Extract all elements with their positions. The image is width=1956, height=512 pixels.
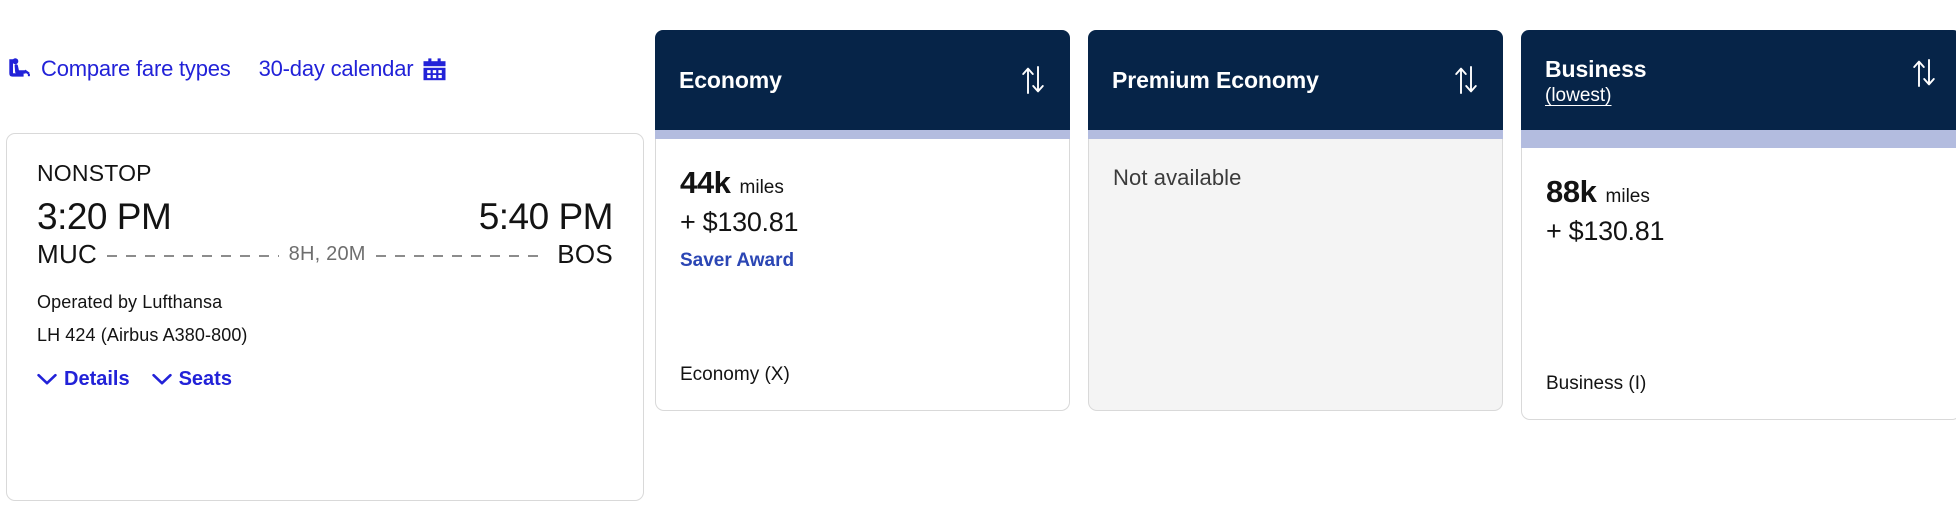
- flight-number-label: LH 424 (Airbus A380-800): [37, 325, 248, 346]
- fare-header-economy: Economy: [655, 30, 1070, 130]
- compare-fare-types-link[interactable]: Compare fare types: [6, 56, 231, 82]
- operated-by-label: Operated by Lufthansa: [37, 292, 223, 313]
- route-dash-right: [375, 255, 548, 258]
- calendar-30day-label: 30-day calendar: [258, 56, 414, 81]
- fare-accent-bar-economy: [655, 130, 1070, 139]
- stops-label: NONSTOP: [37, 160, 152, 186]
- fare-lowest-badge-business[interactable]: (lowest): [1545, 85, 1646, 107]
- unavailable-label-premium-economy: Not available: [1113, 165, 1242, 190]
- route-row: MUC 8H, 20M BOS: [37, 239, 613, 270]
- fare-header-premium-economy: Premium Economy: [1088, 30, 1503, 130]
- fare-column-premium-economy: Premium Economy Not available: [1088, 30, 1503, 411]
- flight-detail-card: NONSTOP 3:20 PM 5:40 PM MUC 8H, 20M BOS …: [6, 133, 644, 501]
- sort-arrows-icon[interactable]: [1453, 65, 1479, 95]
- fare-accent-bar-premium-economy: [1088, 130, 1503, 139]
- miles-row-business: 88k miles: [1546, 174, 1936, 210]
- miles-row-economy: 44k miles: [680, 165, 1045, 201]
- times-row: 3:20 PM 5:40 PM: [37, 196, 614, 237]
- fare-body-economy[interactable]: 44k miles + $130.81 Saver Award Economy …: [655, 139, 1070, 411]
- class-code-business: Business (I): [1546, 373, 1647, 394]
- fare-columns: Economy 44k miles + $130.81 Saver Award …: [655, 0, 1956, 420]
- sort-arrows-icon[interactable]: [1911, 56, 1937, 88]
- fare-body-business[interactable]: 88k miles + $130.81 Business (I): [1521, 148, 1956, 420]
- details-label: Details: [64, 368, 130, 391]
- seat-icon: [6, 56, 32, 82]
- fare-name-economy: Economy: [679, 66, 782, 93]
- fare-column-economy: Economy 44k miles + $130.81 Saver Award …: [655, 30, 1070, 411]
- calendar-icon: [422, 57, 447, 82]
- origin-code: MUC: [37, 239, 98, 270]
- miles-unit-economy: miles: [739, 177, 784, 198]
- fare-name-business: Business: [1545, 56, 1647, 82]
- fare-comparison-row: Compare fare types 30-day calendar NONST…: [0, 0, 1956, 512]
- fare-accent-bar-business: [1521, 130, 1956, 148]
- class-code-economy: Economy (X): [680, 364, 790, 385]
- cash-amount-business: + $130.81: [1546, 216, 1665, 246]
- chevron-down-icon: [151, 373, 172, 386]
- arrival-time: 5:40 PM: [478, 196, 614, 237]
- fare-name-premium-economy: Premium Economy: [1112, 66, 1319, 93]
- sort-arrows-icon[interactable]: [1020, 65, 1046, 95]
- seats-toggle[interactable]: Seats: [151, 368, 232, 391]
- route-dash-left: [107, 255, 279, 258]
- miles-amount-economy: 44k: [680, 165, 731, 200]
- flight-duration: 8H, 20M: [288, 243, 366, 266]
- miles-amount-business: 88k: [1546, 174, 1597, 209]
- seats-label: Seats: [178, 368, 232, 391]
- fare-tools-bar: Compare fare types 30-day calendar: [6, 52, 447, 86]
- compare-fare-types-label: Compare fare types: [41, 56, 231, 81]
- departure-time: 3:20 PM: [37, 196, 172, 237]
- card-actions: Details Seats: [37, 368, 613, 391]
- fare-header-business: Business (lowest): [1521, 30, 1956, 130]
- miles-unit-business: miles: [1605, 186, 1650, 207]
- chevron-down-icon: [37, 373, 57, 386]
- flight-info-pane: Compare fare types 30-day calendar NONST…: [0, 0, 655, 512]
- calendar-30day-link[interactable]: 30-day calendar: [259, 56, 448, 82]
- fare-body-premium-economy: Not available: [1088, 139, 1503, 411]
- details-toggle[interactable]: Details: [37, 368, 130, 391]
- cash-amount-economy: + $130.81: [680, 207, 799, 237]
- award-type-economy[interactable]: Saver Award: [680, 250, 1045, 272]
- fare-column-business: Business (lowest) 88k miles + $130.81 Bu: [1521, 30, 1956, 420]
- destination-code: BOS: [557, 239, 613, 270]
